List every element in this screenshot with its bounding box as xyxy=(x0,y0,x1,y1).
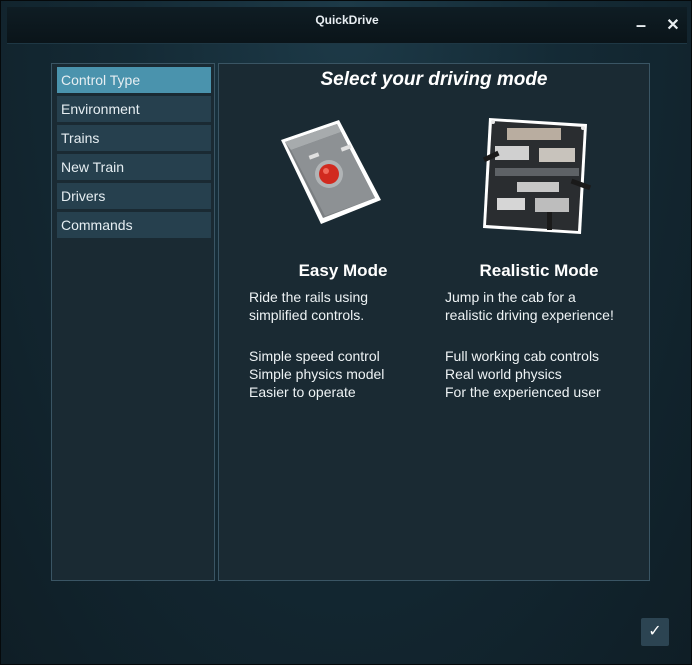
sidebar-item-environment[interactable]: Environment xyxy=(57,96,211,122)
sidebar-item-new-train[interactable]: New Train xyxy=(57,154,211,180)
sidebar-item-trains[interactable]: Trains xyxy=(57,125,211,151)
page-title: Select your driving mode xyxy=(320,69,548,90)
easy-mode-description: Ride the rails using simplified controls… xyxy=(249,289,369,323)
feature-item: Simple speed control xyxy=(249,348,380,364)
feature-item: For the experienced user xyxy=(445,384,601,400)
easy-mode-features: Simple speed control Simple physics mode… xyxy=(249,347,384,401)
sidebar-item-commands[interactable]: Commands xyxy=(57,212,211,238)
quickdrive-window: QuickDrive – ✕ Control Type Environment … xyxy=(0,0,692,665)
close-button[interactable]: ✕ xyxy=(663,16,683,36)
title-bar: QuickDrive – ✕ xyxy=(7,7,687,44)
feature-item: Real world physics xyxy=(445,366,562,382)
cab-controls-icon xyxy=(482,118,592,234)
feature-item: Easier to operate xyxy=(249,384,356,400)
feature-item: Simple physics model xyxy=(249,366,385,382)
simple-controller-icon xyxy=(281,120,381,224)
realistic-mode-title: Realistic Mode xyxy=(479,261,599,280)
feature-item: Full working cab controls xyxy=(445,348,600,364)
confirm-button[interactable]: ✓ xyxy=(641,618,669,646)
realistic-mode-description: Jump in the cab for a realistic driving … xyxy=(445,289,614,323)
realistic-mode-features: Full working cab controls Real world phy… xyxy=(445,347,601,401)
minimize-button[interactable]: – xyxy=(631,16,651,36)
checkmark-icon: ✓ xyxy=(648,623,662,640)
main-panel: Select your driving mode Easy Mode Ride … xyxy=(218,63,650,581)
sidebar-item-control-type[interactable]: Control Type xyxy=(57,67,211,93)
easy-mode-title: Easy Mode xyxy=(298,261,388,280)
sidebar-item-drivers[interactable]: Drivers xyxy=(57,183,211,209)
window-title: QuickDrive xyxy=(315,13,379,27)
sidebar: Control Type Environment Trains New Trai… xyxy=(51,63,215,581)
